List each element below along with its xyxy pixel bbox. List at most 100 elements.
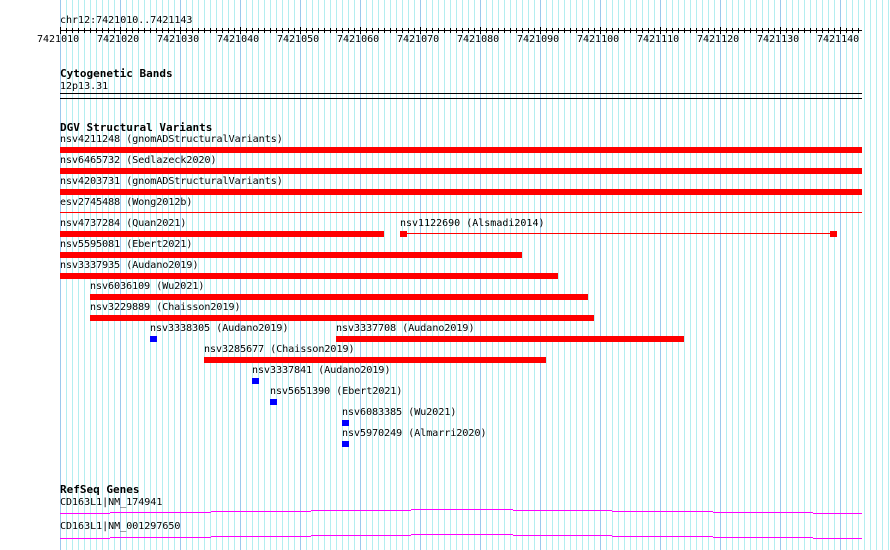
variant-line[interactable]	[60, 212, 862, 213]
genome-browser-view[interactable]: chr12:7421010..7421143 7421010 7421020 742…	[0, 0, 890, 550]
variant-label[interactable]: nsv6465732 (Sedlazeck2020)	[60, 155, 217, 166]
variant-label[interactable]: nsv5651390 (Ebert2021)	[270, 386, 402, 397]
variant-label[interactable]: nsv5595081 (Ebert2021)	[60, 239, 192, 250]
variant-bar[interactable]	[270, 399, 277, 405]
grid-line	[726, 0, 727, 550]
gene-segment[interactable]	[612, 511, 713, 512]
variant-label[interactable]: nsv3337708 (Audano2019)	[336, 323, 474, 334]
ruler-tick-label: 7421130	[757, 34, 800, 45]
grid-line	[642, 0, 643, 550]
gene-segment[interactable]	[110, 537, 211, 538]
ruler-tick	[204, 28, 205, 33]
gene-label[interactable]: CD163L1|NM_001297650	[60, 521, 180, 532]
variant-label[interactable]: nsv3338305 (Audano2019)	[150, 323, 288, 334]
variant-label[interactable]: nsv4203731 (gnomADStructuralVariants)	[60, 176, 283, 187]
variant-label[interactable]: nsv4211248 (gnomADStructuralVariants)	[60, 134, 283, 145]
variant-bar-end[interactable]	[830, 231, 837, 237]
ruler-tick	[366, 28, 367, 33]
grid-line	[768, 0, 769, 550]
ruler-tick	[300, 27, 301, 34]
variant-bar[interactable]	[252, 378, 259, 384]
gene-segment[interactable]	[60, 538, 110, 539]
grid-line	[576, 0, 577, 550]
gene-segment[interactable]	[411, 509, 513, 510]
variant-bar[interactable]	[60, 147, 862, 153]
ruler-tick	[252, 28, 253, 33]
ruler-tick	[150, 28, 151, 33]
grid-line	[720, 0, 721, 550]
gene-segment[interactable]	[612, 536, 713, 537]
ruler-tick	[690, 28, 691, 33]
variant-bar[interactable]	[150, 336, 157, 342]
grid-line	[672, 0, 673, 550]
cytoband-line-bottom	[60, 98, 862, 99]
grid-line	[588, 0, 589, 550]
variant-bar[interactable]	[336, 336, 684, 342]
ruler-tick	[144, 28, 145, 33]
variant-label[interactable]: nsv6083385 (Wu2021)	[342, 407, 456, 418]
ruler-tick	[792, 28, 793, 33]
ruler-tick-label: 7421030	[157, 34, 200, 45]
ruler-tick	[330, 28, 331, 33]
grid-line	[654, 0, 655, 550]
gene-segment[interactable]	[813, 513, 862, 514]
variant-label[interactable]: nsv3229889 (Chaisson2019)	[90, 302, 241, 313]
ruler-tick	[474, 28, 475, 33]
ruler-tick	[594, 28, 595, 33]
variant-label[interactable]: nsv6036109 (Wu2021)	[90, 281, 204, 292]
gene-segment[interactable]	[110, 512, 211, 513]
ruler-tick	[666, 28, 667, 33]
gene-segment[interactable]	[311, 535, 411, 536]
variant-label[interactable]: esv2745488 (Wong2012b)	[60, 197, 192, 208]
variant-label[interactable]: nsv3285677 (Chaisson2019)	[204, 344, 355, 355]
variant-bar[interactable]	[204, 357, 546, 363]
grid-line	[882, 0, 883, 550]
variant-bar[interactable]	[60, 231, 384, 237]
variant-bar[interactable]	[60, 189, 862, 195]
ruler-tick-label: 7421090	[517, 34, 560, 45]
gene-segment[interactable]	[513, 535, 612, 536]
ruler-tick	[72, 28, 73, 33]
gene-segment[interactable]	[513, 510, 612, 511]
grid-line	[756, 0, 757, 550]
variant-bar[interactable]	[342, 441, 349, 447]
variant-label[interactable]: nsv4737284 (Quan2021)	[60, 218, 186, 229]
gene-segment[interactable]	[411, 534, 513, 535]
gene-segment[interactable]	[713, 537, 813, 538]
variant-bar[interactable]	[60, 252, 522, 258]
dgv-track-title: DGV Structural Variants	[60, 121, 213, 134]
grid-line	[858, 0, 859, 550]
gene-segment[interactable]	[60, 513, 110, 514]
grid-line	[744, 0, 745, 550]
ruler-tick	[732, 28, 733, 33]
variant-label[interactable]: nsv3337935 (Audano2019)	[60, 260, 198, 271]
grid-line	[852, 0, 853, 550]
ruler-tick	[582, 28, 583, 33]
variant-bar[interactable]	[342, 420, 349, 426]
ruler-tick	[390, 28, 391, 33]
gene-label[interactable]: CD163L1|NM_174941	[60, 497, 162, 508]
variant-label[interactable]: nsv5970249 (Almarri2020)	[342, 428, 487, 439]
ruler-tick	[450, 28, 451, 33]
gene-segment[interactable]	[311, 510, 411, 511]
ruler-tick	[132, 28, 133, 33]
variant-bar-start[interactable]	[400, 231, 407, 237]
gene-segment[interactable]	[211, 511, 311, 512]
ruler-tick	[294, 28, 295, 33]
ruler-tick	[714, 28, 715, 33]
gene-segment[interactable]	[713, 512, 813, 513]
ruler-tick	[486, 28, 487, 33]
gene-segment[interactable]	[813, 538, 862, 539]
variant-label[interactable]: nsv3337841 (Audano2019)	[252, 365, 390, 376]
gene-segment[interactable]	[211, 536, 311, 537]
ruler-tick	[498, 28, 499, 33]
variant-bar[interactable]	[60, 168, 862, 174]
grid-line	[624, 0, 625, 550]
grid-line	[876, 0, 877, 550]
variant-connector[interactable]	[400, 233, 837, 234]
variant-bar[interactable]	[90, 294, 588, 300]
grid-line	[774, 0, 775, 550]
variant-bar[interactable]	[60, 273, 558, 279]
variant-label[interactable]: nsv1122690 (Alsmadi2014)	[400, 218, 545, 229]
variant-bar[interactable]	[90, 315, 594, 321]
